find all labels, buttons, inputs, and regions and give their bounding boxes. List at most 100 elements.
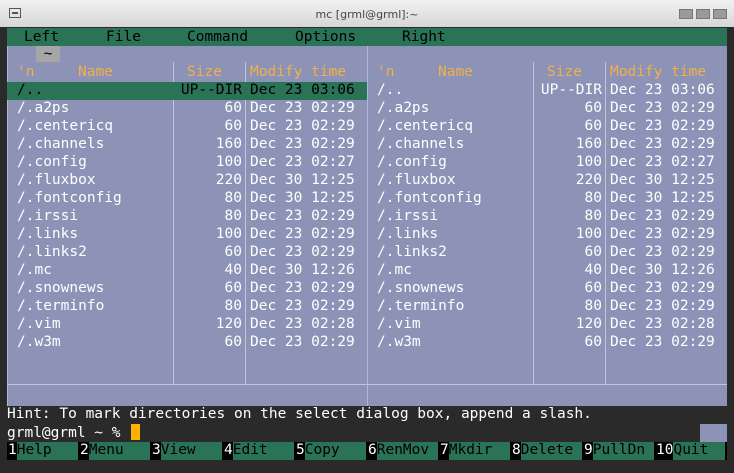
file-size: 60 <box>584 100 602 116</box>
header-size[interactable]: Size <box>547 64 582 80</box>
fkey-number: 8 <box>512 442 521 458</box>
fkey-view[interactable]: 3View <box>151 442 223 460</box>
file-size: 80 <box>224 190 242 206</box>
file-row[interactable]: /.terminfo 80 Dec 23 02:29 <box>7 298 367 316</box>
fkey-number: 4 <box>224 442 233 458</box>
file-size: 220 <box>575 172 602 188</box>
file-row[interactable]: /.terminfo 80 Dec 23 02:29 <box>367 298 727 316</box>
shell-prompt[interactable]: grml@grml ~ % <box>7 424 141 442</box>
parent-dir-row[interactable]: /.. UP--DIR Dec 23 03:06 <box>7 82 367 100</box>
fkey-edit[interactable]: 4Edit <box>223 442 295 460</box>
file-row[interactable]: /.mc 40 Dec 30 12:26 <box>367 262 727 280</box>
menu-right[interactable]: Right <box>402 29 446 45</box>
file-name: /.. <box>377 82 404 98</box>
file-modify-time: Dec 23 02:29 <box>610 334 715 350</box>
file-row[interactable]: /.centericq 60 Dec 23 02:29 <box>367 118 727 136</box>
hint-line: Hint: To mark directories on the select … <box>7 406 592 422</box>
file-modify-time: Dec 23 02:29 <box>250 136 355 152</box>
file-row[interactable]: /.channels 160 Dec 23 02:29 <box>367 136 727 154</box>
menu-file[interactable]: File <box>106 29 141 45</box>
file-row[interactable]: /.vim 120 Dec 23 02:28 <box>7 316 367 334</box>
file-row[interactable]: /.fluxbox 220 Dec 30 12:25 <box>7 172 367 190</box>
fkey-delete[interactable]: 8Delete <box>511 442 583 460</box>
left-panel[interactable]: 'n Name Size Modify time /.. UP--DIR Dec 2… <box>7 46 367 406</box>
file-row[interactable]: /.a2ps 60 Dec 23 02:29 <box>7 100 367 118</box>
file-modify-time: Dec 23 02:29 <box>610 100 715 116</box>
file-row[interactable]: /.fontconfig 80 Dec 30 12:25 <box>367 190 727 208</box>
fkey-mkdir[interactable]: 7Mkdir <box>439 442 511 460</box>
panel-status-divider <box>7 384 367 385</box>
file-row[interactable]: /.w3m 60 Dec 23 02:29 <box>367 334 727 352</box>
file-size: 120 <box>575 316 602 332</box>
file-row[interactable]: /.config 100 Dec 23 02:27 <box>7 154 367 172</box>
file-size: 60 <box>584 118 602 134</box>
file-name: /.channels <box>377 136 465 152</box>
close-button[interactable] <box>713 9 727 19</box>
header-name[interactable]: Name <box>438 64 473 80</box>
file-row[interactable]: /.w3m 60 Dec 23 02:29 <box>7 334 367 352</box>
file-row[interactable]: /.snownews 60 Dec 23 02:29 <box>367 280 727 298</box>
file-modify-time: Dec 23 02:27 <box>610 154 715 170</box>
maximize-button[interactable] <box>696 9 710 19</box>
file-size: 60 <box>584 244 602 260</box>
menu-command[interactable]: Command <box>187 29 248 45</box>
file-name: /.irssi <box>17 208 79 224</box>
fkey-renmov[interactable]: 6RenMov <box>367 442 439 460</box>
file-row[interactable]: /.irssi 80 Dec 23 02:29 <box>7 208 367 226</box>
file-modify-time: Dec 30 12:25 <box>610 172 715 188</box>
file-size: 80 <box>584 208 602 224</box>
fkey-quit[interactable]: 10Quit <box>655 442 727 460</box>
file-name: /.config <box>17 154 87 170</box>
fkey-pulldn[interactable]: 9PullDn <box>583 442 655 460</box>
fkey-number: 7 <box>440 442 449 458</box>
fkey-number: 10 <box>656 442 674 458</box>
file-name: /.w3m <box>17 334 61 350</box>
file-row[interactable]: /.config 100 Dec 23 02:27 <box>367 154 727 172</box>
file-name: /.w3m <box>377 334 421 350</box>
fkey-help[interactable]: 1Help <box>7 442 79 460</box>
fkey-number: 1 <box>8 442 17 458</box>
file-name: /.links2 <box>377 244 447 260</box>
fkey-copy[interactable]: 5Copy <box>295 442 367 460</box>
file-size: 120 <box>215 316 242 332</box>
header-name[interactable]: Name <box>78 64 113 80</box>
header-sort-indicator[interactable]: 'n <box>17 64 34 80</box>
file-row[interactable]: /.snownews 60 Dec 23 02:29 <box>7 280 367 298</box>
file-name: /.a2ps <box>377 100 430 116</box>
home-dir-indicator: ~ <box>36 46 60 62</box>
file-modify-time: Dec 23 02:28 <box>610 316 715 332</box>
window-titlebar: mc [grml@grml]:~ <box>0 0 734 28</box>
header-modify-time[interactable]: Modify time <box>250 64 346 80</box>
file-name: /.mc <box>377 262 412 278</box>
file-row[interactable]: /.fontconfig 80 Dec 30 12:25 <box>7 190 367 208</box>
header-modify-time[interactable]: Modify time <box>610 64 706 80</box>
file-modify-time: Dec 23 02:29 <box>610 298 715 314</box>
file-row[interactable]: /.links2 60 Dec 23 02:29 <box>367 244 727 262</box>
file-row[interactable]: /.a2ps 60 Dec 23 02:29 <box>367 100 727 118</box>
header-size[interactable]: Size <box>187 64 222 80</box>
file-size: 60 <box>224 280 242 296</box>
header-sort-indicator[interactable]: 'n <box>377 64 394 80</box>
minimize-button[interactable] <box>679 9 693 19</box>
file-row[interactable]: /.vim 120 Dec 23 02:28 <box>367 316 727 334</box>
file-row[interactable]: /.channels 160 Dec 23 02:29 <box>7 136 367 154</box>
file-row[interactable]: /.centericq 60 Dec 23 02:29 <box>7 118 367 136</box>
fkey-menu[interactable]: 2Menu <box>79 442 151 460</box>
file-size: 100 <box>575 226 602 242</box>
menu-options[interactable]: Options <box>295 29 356 45</box>
parent-dir-row[interactable]: /.. UP--DIR Dec 23 03:06 <box>367 82 727 100</box>
file-name: /.mc <box>17 262 52 278</box>
file-size: 40 <box>584 262 602 278</box>
right-panel[interactable]: 'n Name Size Modify time /.. UP--DIR Dec 2… <box>367 46 727 406</box>
file-row[interactable]: /.mc 40 Dec 30 12:26 <box>7 262 367 280</box>
fkey-label: RenMov <box>376 442 438 460</box>
file-row[interactable]: /.fluxbox 220 Dec 30 12:25 <box>367 172 727 190</box>
file-row[interactable]: /.links 100 Dec 23 02:29 <box>367 226 727 244</box>
file-row[interactable]: /.links2 60 Dec 23 02:29 <box>7 244 367 262</box>
file-modify-time: Dec 30 12:25 <box>610 190 715 206</box>
file-row[interactable]: /.links 100 Dec 23 02:29 <box>7 226 367 244</box>
file-size: 60 <box>224 334 242 350</box>
file-row[interactable]: /.irssi 80 Dec 23 02:29 <box>367 208 727 226</box>
menu-left[interactable]: Left <box>24 29 59 45</box>
fkey-label: PullDn <box>592 442 654 460</box>
